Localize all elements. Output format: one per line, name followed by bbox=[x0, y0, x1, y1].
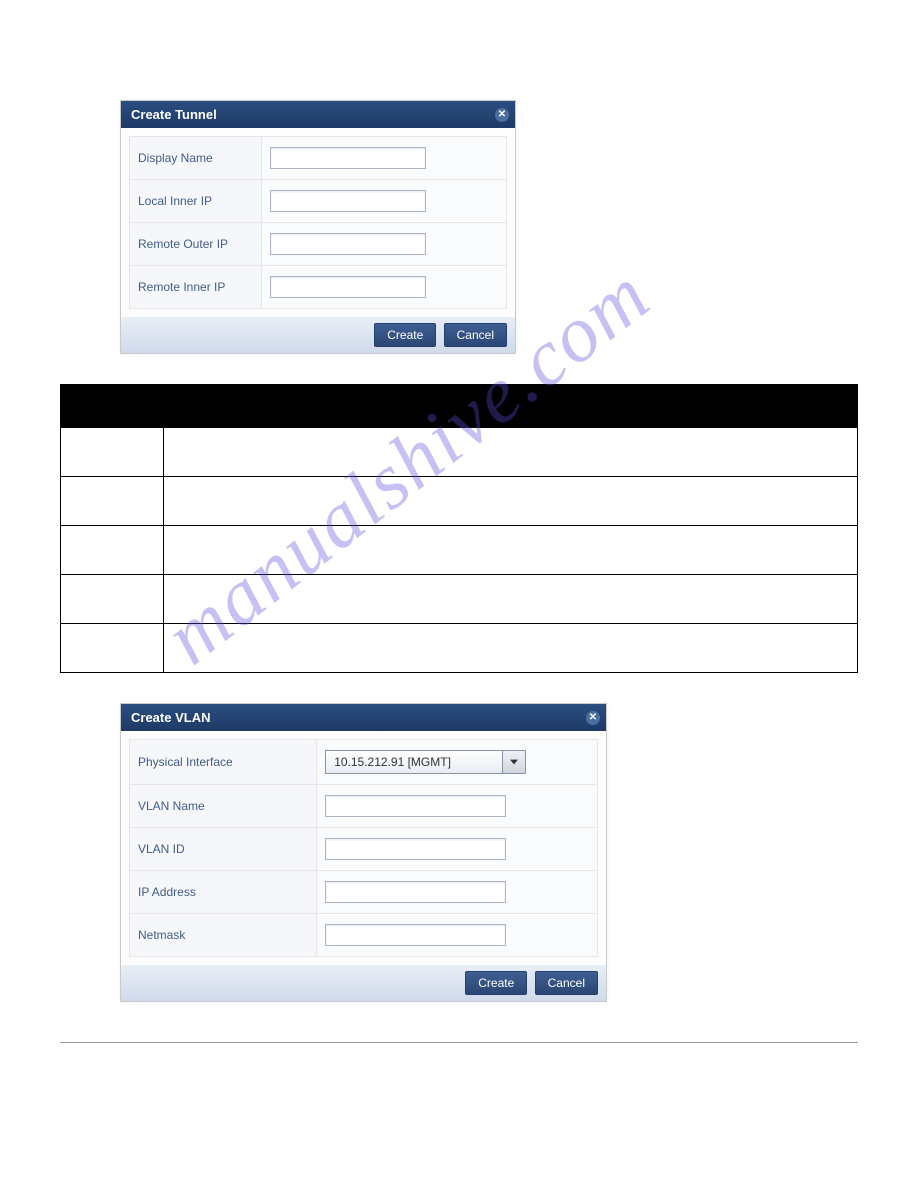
vlan-id-cell bbox=[317, 828, 598, 871]
local-inner-ip-label: Local Inner IP bbox=[130, 180, 262, 223]
vlan-name-input[interactable] bbox=[325, 795, 506, 817]
vlan-id-label: VLAN ID bbox=[130, 828, 317, 871]
local-inner-ip-cell bbox=[261, 180, 506, 223]
vlan-id-input[interactable] bbox=[325, 838, 506, 860]
create-vlan-dialog: Create VLAN ✕ Physical Interface 10.15.2… bbox=[120, 703, 607, 1002]
remote-outer-ip-cell bbox=[261, 223, 506, 266]
page-divider bbox=[60, 1042, 858, 1043]
dialog-body: Display Name Local Inner IP Remote Outer… bbox=[121, 128, 515, 317]
local-inner-ip-input[interactable] bbox=[270, 190, 426, 212]
dialog-title: Create VLAN bbox=[131, 710, 210, 725]
physical-interface-cell: 10.15.212.91 [MGMT] bbox=[317, 740, 598, 785]
create-button[interactable]: Create bbox=[374, 323, 436, 347]
remote-outer-ip-label: Remote Outer IP bbox=[130, 223, 262, 266]
display-name-label: Display Name bbox=[130, 137, 262, 180]
cancel-button[interactable]: Cancel bbox=[535, 971, 598, 995]
dialog-footer: Create Cancel bbox=[121, 965, 606, 1001]
info-cell bbox=[61, 575, 164, 624]
netmask-label: Netmask bbox=[130, 914, 317, 957]
dialog-body: Physical Interface 10.15.212.91 [MGMT] V… bbox=[121, 731, 606, 965]
info-cell bbox=[61, 526, 164, 575]
vlan-name-cell bbox=[317, 785, 598, 828]
info-cell bbox=[61, 428, 164, 477]
physical-interface-label: Physical Interface bbox=[130, 740, 317, 785]
ip-address-cell bbox=[317, 871, 598, 914]
display-name-cell bbox=[261, 137, 506, 180]
select-value: 10.15.212.91 [MGMT] bbox=[326, 751, 502, 773]
dialog-header: Create Tunnel ✕ bbox=[121, 101, 515, 128]
dialog-header: Create VLAN ✕ bbox=[121, 704, 606, 731]
info-table-header-1 bbox=[61, 385, 164, 428]
info-cell bbox=[61, 624, 164, 673]
info-cell bbox=[164, 428, 858, 477]
cancel-button[interactable]: Cancel bbox=[444, 323, 507, 347]
create-button[interactable]: Create bbox=[465, 971, 527, 995]
info-cell bbox=[164, 624, 858, 673]
ip-address-input[interactable] bbox=[325, 881, 506, 903]
ip-address-label: IP Address bbox=[130, 871, 317, 914]
remote-outer-ip-input[interactable] bbox=[270, 233, 426, 255]
info-cell bbox=[164, 477, 858, 526]
vlan-name-label: VLAN Name bbox=[130, 785, 317, 828]
info-table-wrap bbox=[60, 384, 858, 673]
dialog-title: Create Tunnel bbox=[131, 107, 217, 122]
info-cell bbox=[61, 477, 164, 526]
netmask-input[interactable] bbox=[325, 924, 506, 946]
create-tunnel-dialog: Create Tunnel ✕ Display Name Local Inner… bbox=[120, 100, 516, 354]
remote-inner-ip-input[interactable] bbox=[270, 276, 426, 298]
close-icon[interactable]: ✕ bbox=[586, 711, 600, 725]
remote-inner-ip-label: Remote Inner IP bbox=[130, 266, 262, 309]
info-table bbox=[60, 384, 858, 673]
dialog-footer: Create Cancel bbox=[121, 317, 515, 353]
close-icon[interactable]: ✕ bbox=[495, 108, 509, 122]
chevron-down-icon bbox=[502, 751, 525, 773]
vlan-form-table: Physical Interface 10.15.212.91 [MGMT] V… bbox=[129, 739, 598, 957]
remote-inner-ip-cell bbox=[261, 266, 506, 309]
display-name-input[interactable] bbox=[270, 147, 426, 169]
tunnel-form-table: Display Name Local Inner IP Remote Outer… bbox=[129, 136, 507, 309]
physical-interface-select[interactable]: 10.15.212.91 [MGMT] bbox=[325, 750, 526, 774]
info-cell bbox=[164, 526, 858, 575]
info-table-header-2 bbox=[164, 385, 858, 428]
netmask-cell bbox=[317, 914, 598, 957]
info-cell bbox=[164, 575, 858, 624]
